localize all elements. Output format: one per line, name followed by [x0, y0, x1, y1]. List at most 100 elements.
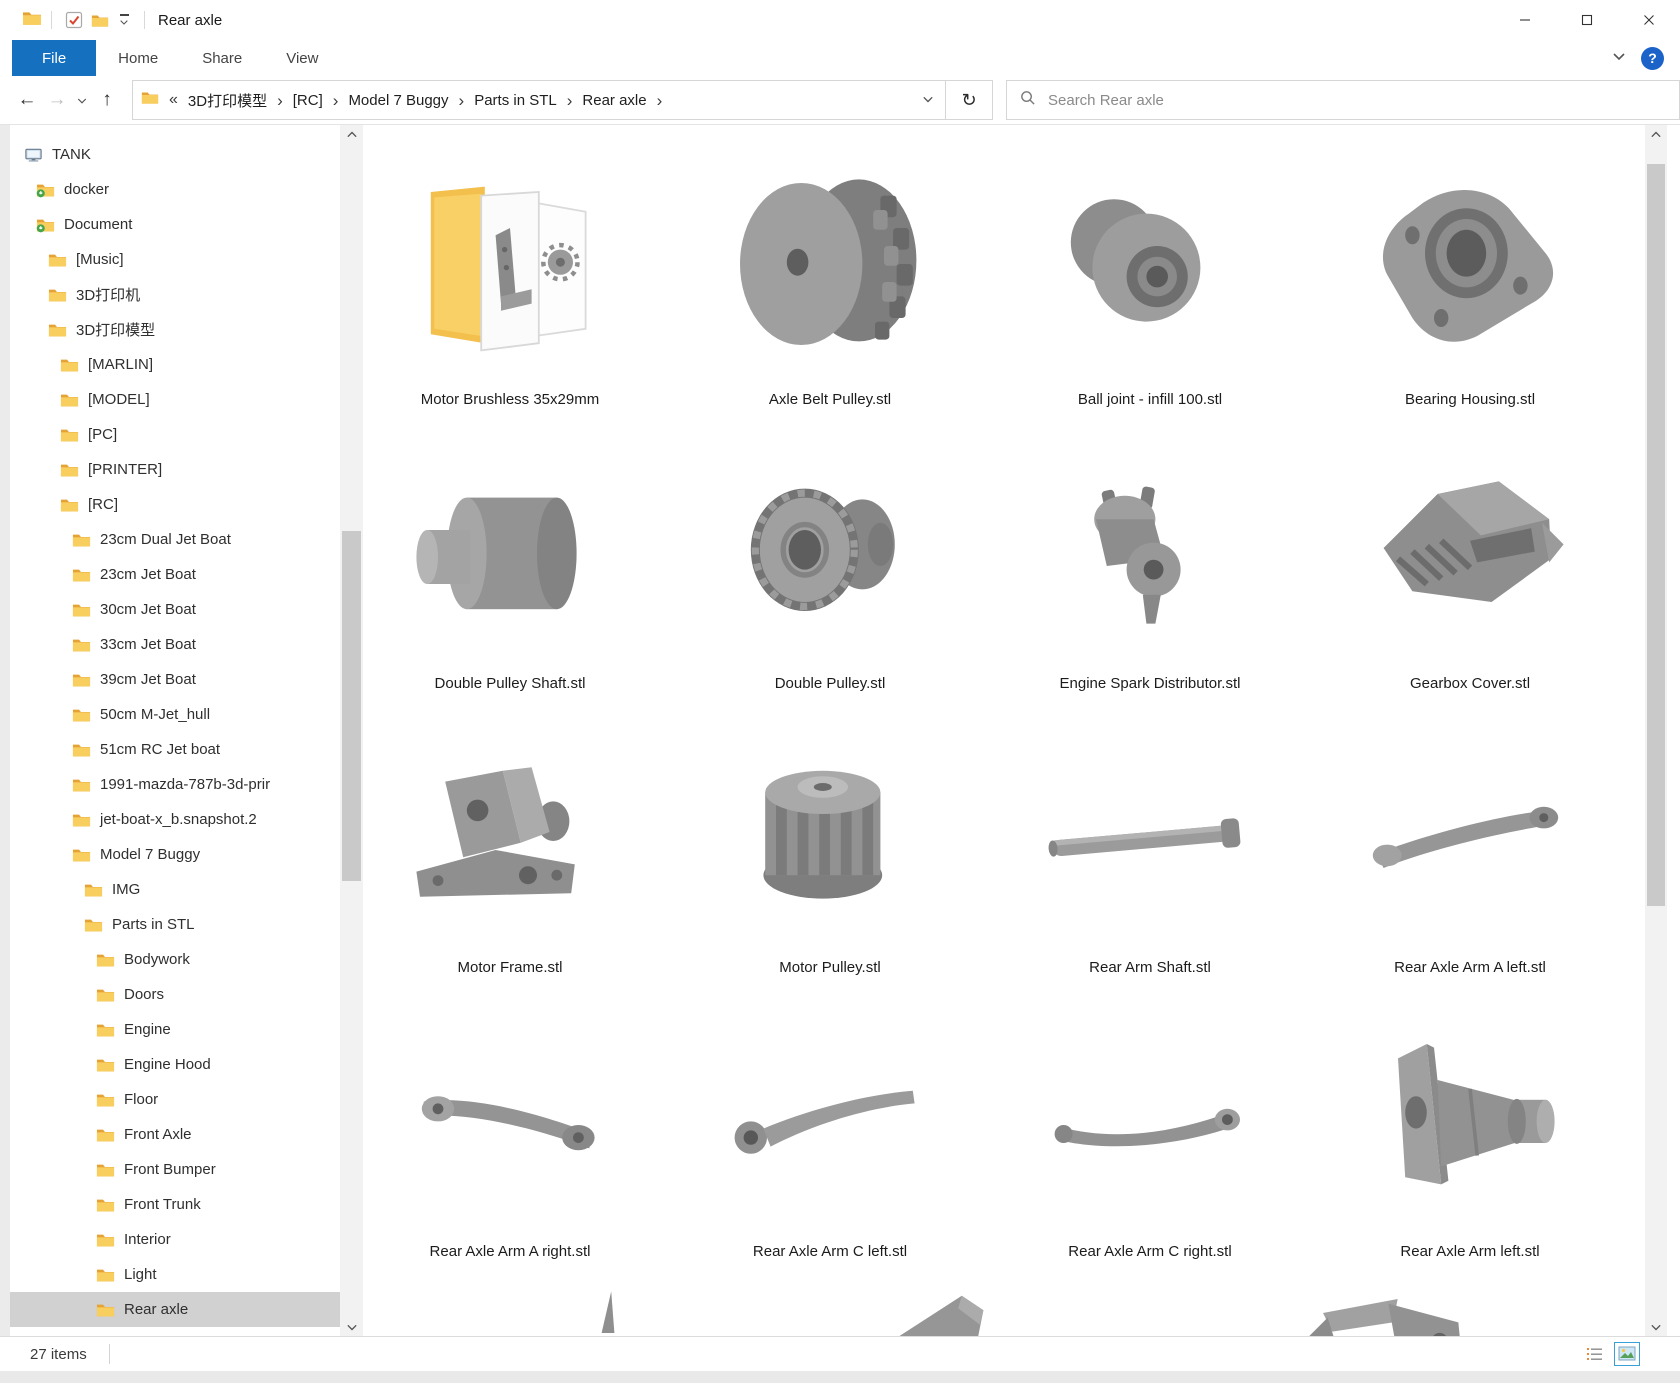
sidebar-item-parts-in-stl[interactable]: Parts in STL	[10, 907, 340, 942]
qat-customize-caret[interactable]	[113, 7, 135, 33]
file-gearbox-cover-stl[interactable]: Gearbox Cover.stl	[1310, 435, 1630, 719]
breadcrumb-rc[interactable]: [RC]	[289, 92, 327, 109]
collapse-ribbon-chevron-icon[interactable]	[1611, 49, 1627, 67]
file-rear-axle-arm-a-left-stl[interactable]: Rear Axle Arm A left.stl	[1310, 719, 1630, 1003]
sidebar-item-pc[interactable]: [PC]	[10, 417, 340, 452]
file-axle-belt-pulley-stl[interactable]: Axle Belt Pulley.stl	[670, 151, 990, 435]
folder-icon	[72, 847, 91, 863]
breadcrumb-model-7-buggy[interactable]: Model 7 Buggy	[344, 92, 452, 109]
content-scroll-thumb[interactable]	[1647, 164, 1665, 906]
sidebar-item-printer[interactable]: [PRINTER]	[10, 452, 340, 487]
qat-checkmark-button[interactable]	[61, 7, 87, 33]
sidebar-item-front-axle[interactable]: Front Axle	[10, 1117, 340, 1152]
file-rear-axle-arm-c-left-stl[interactable]: Rear Axle Arm C left.stl	[670, 1003, 990, 1287]
breadcrumb-separator-icon[interactable]: ›	[453, 92, 471, 109]
sidebar-item-33cm-jet-boat[interactable]: 33cm Jet Boat	[10, 627, 340, 662]
file-motor-frame-stl[interactable]: Motor Frame.stl	[350, 719, 670, 1003]
file-engine-spark-distributor-stl[interactable]: Engine Spark Distributor.stl	[990, 435, 1310, 719]
breadcrumb-separator-icon[interactable]: ›	[651, 92, 669, 109]
maximize-button[interactable]	[1556, 0, 1618, 40]
sidebar-item-bodywork[interactable]: Bodywork	[10, 942, 340, 977]
address-dropdown-chevron[interactable]	[911, 91, 945, 109]
sidebar-item-model[interactable]: [MODEL]	[10, 382, 340, 417]
large-icons-view-button[interactable]	[1614, 1342, 1640, 1366]
sidebar-item-docker[interactable]: docker	[10, 172, 340, 207]
file-bearing-housing-stl[interactable]: Bearing Housing.stl	[1310, 151, 1630, 435]
file-rear-axle-arm-a-right-stl[interactable]: Rear Axle Arm A right.stl	[350, 1003, 670, 1287]
search-input[interactable]	[1046, 91, 1679, 110]
file-rear-arm-shaft-stl[interactable]: Rear Arm Shaft.stl	[990, 719, 1310, 1003]
minimize-button[interactable]	[1494, 0, 1556, 40]
breadcrumb-separator-icon[interactable]: ›	[271, 92, 289, 109]
sidebar-item-floor[interactable]: Floor	[10, 1082, 340, 1117]
back-button[interactable]: ←	[12, 85, 42, 115]
content-scrollbar[interactable]	[1645, 125, 1667, 1337]
sidebar-item-marlin[interactable]: [MARLIN]	[10, 347, 340, 382]
arm-c-left-thumbnail	[722, 1003, 938, 1229]
breadcrumb-overflow[interactable]: «	[169, 91, 178, 109]
refresh-button[interactable]: ↻	[946, 80, 993, 120]
address-bar[interactable]: « 3D打印模型›[RC]›Model 7 Buggy›Parts in STL…	[132, 80, 946, 120]
file-rear-axle-arm-c-right-stl[interactable]: Rear Axle Arm C right.stl	[990, 1003, 1310, 1287]
sidebar-item-engine-hood[interactable]: Engine Hood	[10, 1047, 340, 1082]
sidebar-item-23cm-dual-jet-boat[interactable]: 23cm Dual Jet Boat	[10, 522, 340, 557]
partial-bracket-thumbnail[interactable]	[1253, 1285, 1533, 1337]
recent-locations-chevron[interactable]	[72, 85, 92, 115]
sidebar-item-front-bumper[interactable]: Front Bumper	[10, 1152, 340, 1187]
file-double-pulley-shaft-stl[interactable]: Double Pulley Shaft.stl	[350, 435, 670, 719]
sidebar-item-3d打印机[interactable]: 3D打印机	[10, 277, 340, 312]
sidebar-item-rc[interactable]: [RC]	[10, 487, 340, 522]
sidebar-item-model-7-buggy[interactable]: Model 7 Buggy	[10, 837, 340, 872]
sidebar-item-jet-boat-x-b-snapshot-2[interactable]: jet-boat-x_b.snapshot.2	[10, 802, 340, 837]
partial-plate-thumbnail[interactable]	[843, 1285, 1059, 1337]
sidebar-item-document[interactable]: Document	[10, 207, 340, 242]
details-view-button[interactable]	[1582, 1342, 1608, 1366]
sidebar-item-light[interactable]: Light	[10, 1257, 340, 1292]
tab-view[interactable]: View	[264, 40, 340, 76]
partial-sliver-thumbnail[interactable]	[600, 1285, 616, 1333]
folder-icon	[72, 637, 91, 653]
sidebar-item-tank[interactable]: TANK	[10, 137, 340, 172]
content-scroll-down-icon[interactable]	[1645, 1317, 1667, 1337]
file-rear-axle-arm-left-stl[interactable]: Rear Axle Arm left.stl	[1310, 1003, 1630, 1287]
sidebar-item-50cm-m-jet-hull[interactable]: 50cm M-Jet_hull	[10, 697, 340, 732]
sidebar-item-label: Document	[64, 216, 132, 233]
tab-file[interactable]: File	[12, 40, 96, 76]
file-ball-joint-infill-100-stl[interactable]: Ball joint - infill 100.stl	[990, 151, 1310, 435]
file-double-pulley-stl[interactable]: Double Pulley.stl	[670, 435, 990, 719]
content-scroll-up-icon[interactable]	[1645, 125, 1667, 145]
sidebar-item-engine[interactable]: Engine	[10, 1012, 340, 1047]
breadcrumb-3d打印模型[interactable]: 3D打印模型	[184, 90, 271, 111]
help-button[interactable]: ?	[1641, 47, 1664, 70]
sidebar-item-30cm-jet-boat[interactable]: 30cm Jet Boat	[10, 592, 340, 627]
up-button[interactable]: ↑	[92, 85, 122, 115]
sidebar-item-23cm-jet-boat[interactable]: 23cm Jet Boat	[10, 557, 340, 592]
sidebar-item-label: Front Bumper	[124, 1161, 216, 1178]
forward-button[interactable]: →	[42, 85, 72, 115]
sidebar-item-doors[interactable]: Doors	[10, 977, 340, 1012]
tab-home[interactable]: Home	[96, 40, 180, 76]
sidebar-item-1991-mazda-787b-3d-prir[interactable]: 1991-mazda-787b-3d-prir	[10, 767, 340, 802]
sidebar-item-label: 1991-mazda-787b-3d-prir	[100, 776, 270, 793]
sidebar-item-3d打印模型[interactable]: 3D打印模型	[10, 312, 340, 347]
file-motor-pulley-stl[interactable]: Motor Pulley.stl	[670, 719, 990, 1003]
breadcrumb-parts-in-stl[interactable]: Parts in STL	[470, 92, 561, 109]
close-button[interactable]	[1618, 0, 1680, 40]
file-motor-brushless-35x29mm[interactable]: Motor Brushless 35x29mm	[350, 151, 670, 435]
sidebar-item-rear-axle[interactable]: Rear axle	[10, 1292, 340, 1327]
sidebar-item-music[interactable]: [Music]	[10, 242, 340, 277]
titlebar: Rear axle	[0, 0, 1680, 40]
sidebar-item-39cm-jet-boat[interactable]: 39cm Jet Boat	[10, 662, 340, 697]
breadcrumb-rear-axle[interactable]: Rear axle	[578, 92, 650, 109]
breadcrumb-separator-icon[interactable]: ›	[327, 92, 345, 109]
folder-icon	[96, 1232, 115, 1248]
arm-a-left-thumbnail	[1362, 719, 1578, 945]
tab-share[interactable]: Share	[180, 40, 264, 76]
qat-folder-button[interactable]	[87, 7, 113, 33]
sidebar-item-img[interactable]: IMG	[10, 872, 340, 907]
sidebar-item-front-trunk[interactable]: Front Trunk	[10, 1187, 340, 1222]
sidebar-item-label: Engine	[124, 1021, 171, 1038]
breadcrumb-separator-icon[interactable]: ›	[561, 92, 579, 109]
sidebar-item-interior[interactable]: Interior	[10, 1222, 340, 1257]
sidebar-item-51cm-rc-jet-boat[interactable]: 51cm RC Jet boat	[10, 732, 340, 767]
